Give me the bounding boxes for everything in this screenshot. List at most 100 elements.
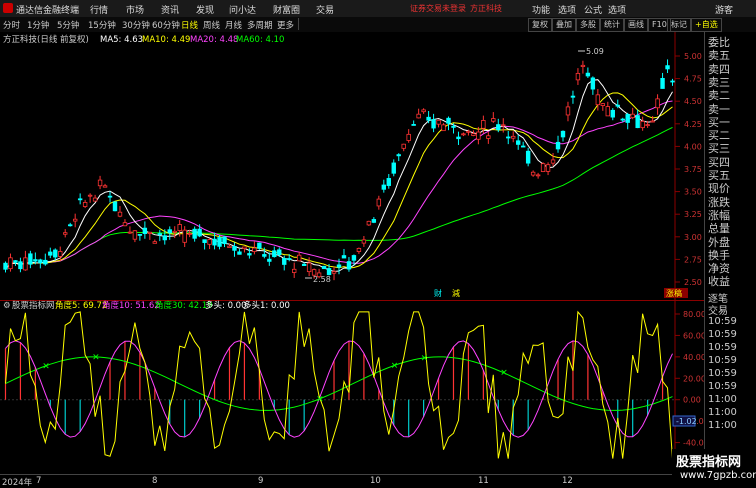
candle-body (386, 178, 391, 186)
menu-market[interactable]: 市场 (126, 3, 144, 16)
tab-15min[interactable]: 15分钟 (88, 19, 116, 31)
candle-body (471, 133, 476, 136)
menu-quotes[interactable]: 行情 (90, 3, 108, 16)
candle-body (282, 258, 287, 265)
indicator-tick: 60.00 (683, 331, 704, 340)
mark-button[interactable]: 标记 (667, 18, 691, 32)
candle-body (595, 94, 601, 106)
tab-30min[interactable]: 30分钟 (122, 19, 150, 31)
candle-body (411, 124, 416, 126)
indicator-title: 股票指标网 (12, 300, 55, 311)
trade-time: 10:59 (708, 368, 737, 379)
price-tick: 4.00 (684, 142, 702, 151)
ma10-legend: MA10: 4.49 (142, 35, 190, 45)
candle-body (516, 140, 521, 145)
tab-multi-period[interactable]: 多周期 (247, 19, 273, 31)
adjust-button[interactable]: 复权 (528, 18, 552, 32)
tab-daily[interactable]: 日线 (181, 19, 198, 31)
month-label: 11 (478, 476, 489, 486)
candle-body (600, 103, 606, 106)
tab-5min[interactable]: 5分钟 (57, 19, 79, 31)
ma5-legend: MA5: 4.63 (100, 35, 143, 45)
candle-body (267, 258, 272, 262)
menu-news[interactable]: 资讯 (161, 3, 179, 16)
tab-60min[interactable]: 60分钟 (152, 19, 180, 31)
candle-body (351, 255, 357, 261)
menu-options-2[interactable]: 选项 (608, 3, 626, 16)
bull1-legend: 多头1: 0.00 (243, 300, 290, 311)
candle-body (635, 115, 640, 129)
tab-monthly[interactable]: 月线 (225, 19, 242, 31)
menu-wealth[interactable]: 财富圈 (273, 3, 300, 16)
candle-body (426, 116, 431, 121)
candle-body (456, 136, 461, 140)
indicator-tick: 20.00 (683, 374, 704, 383)
candle-body (296, 254, 302, 262)
candle-body (247, 253, 252, 256)
candle-body (242, 246, 247, 249)
menu-trade[interactable]: 交易 (316, 3, 334, 16)
tab-1min[interactable]: 1分钟 (27, 19, 49, 31)
tab-more[interactable]: 更多 (277, 19, 294, 31)
candle-body (167, 229, 172, 234)
price-tick: 4.50 (684, 97, 702, 106)
candle-body (63, 232, 68, 235)
cross-marker: ✕ (391, 362, 399, 372)
menu-discover[interactable]: 发现 (196, 3, 214, 16)
candle-body (68, 224, 73, 227)
candle-body (466, 130, 471, 133)
menu-function[interactable]: 功能 (532, 3, 550, 16)
candle-body (187, 233, 192, 235)
watermark-url: www.7gpzb.com (680, 470, 756, 481)
candle-body (23, 257, 28, 271)
trade-time: 10:59 (708, 329, 737, 340)
candle-body (620, 118, 625, 121)
menu-formula[interactable]: 公式 (584, 3, 602, 16)
add-watchlist-button[interactable]: +自选 (691, 18, 722, 32)
guest-label[interactable]: 游客 (715, 3, 733, 16)
menu-ask[interactable]: 问小达 (229, 3, 256, 16)
trade-time: 11:00 (708, 407, 737, 418)
indicator-chart[interactable]: 80.0060.0040.0020.000.00-20.00-40.00-60.… (0, 300, 704, 474)
app-logo-icon (3, 3, 13, 13)
candle-body (137, 233, 143, 236)
candle-body (82, 202, 88, 207)
candle-body (177, 224, 182, 231)
price-tick: 3.75 (684, 165, 702, 174)
month-label: 9 (258, 476, 264, 486)
candle-body (431, 119, 436, 129)
candle-body (157, 233, 162, 236)
trade-time: 10:59 (708, 381, 737, 392)
menu-options[interactable]: 选项 (558, 3, 576, 16)
candle-body (257, 242, 262, 249)
low-label: 2.58 (313, 275, 331, 284)
candle-body (117, 211, 123, 217)
candle-body (401, 143, 406, 149)
month-label: 12 (562, 476, 573, 486)
stats-button[interactable]: 统计 (600, 18, 624, 32)
candle-body (197, 228, 202, 237)
draw-button[interactable]: 画线 (624, 18, 648, 32)
tab-intraday[interactable]: 分时 (3, 19, 20, 31)
candle-body (13, 260, 18, 263)
candle-body (142, 227, 148, 234)
year-label: 2024年 (2, 478, 33, 488)
overlay-button[interactable]: 叠加 (552, 18, 576, 32)
login-notice[interactable]: 证券交易未登录 (410, 3, 466, 14)
cross-marker: ✕ (421, 354, 429, 364)
multi-stock-button[interactable]: 多股 (576, 18, 600, 32)
candle-body (436, 119, 441, 125)
candlestick-chart[interactable]: 5.00 4.75 4.50 4.25 4.00 3.75 3.50 3.25 3.00 2.75… (0, 32, 704, 300)
period-toolbar: 分时 1分钟 5分钟 15分钟 30分钟 60分钟 日线 周线 月线 多周期 更… (0, 17, 756, 33)
price-tick: 4.75 (684, 75, 702, 84)
candle-body (291, 268, 297, 273)
cross-marker: ✕ (92, 353, 100, 363)
tab-weekly[interactable]: 周线 (203, 19, 220, 31)
candle-body (102, 185, 108, 188)
candle-body (396, 154, 401, 157)
candle-body (491, 118, 496, 122)
candle-body (97, 179, 103, 187)
candle-body (326, 268, 332, 276)
candle-body (650, 120, 655, 123)
candle-body (665, 65, 670, 70)
